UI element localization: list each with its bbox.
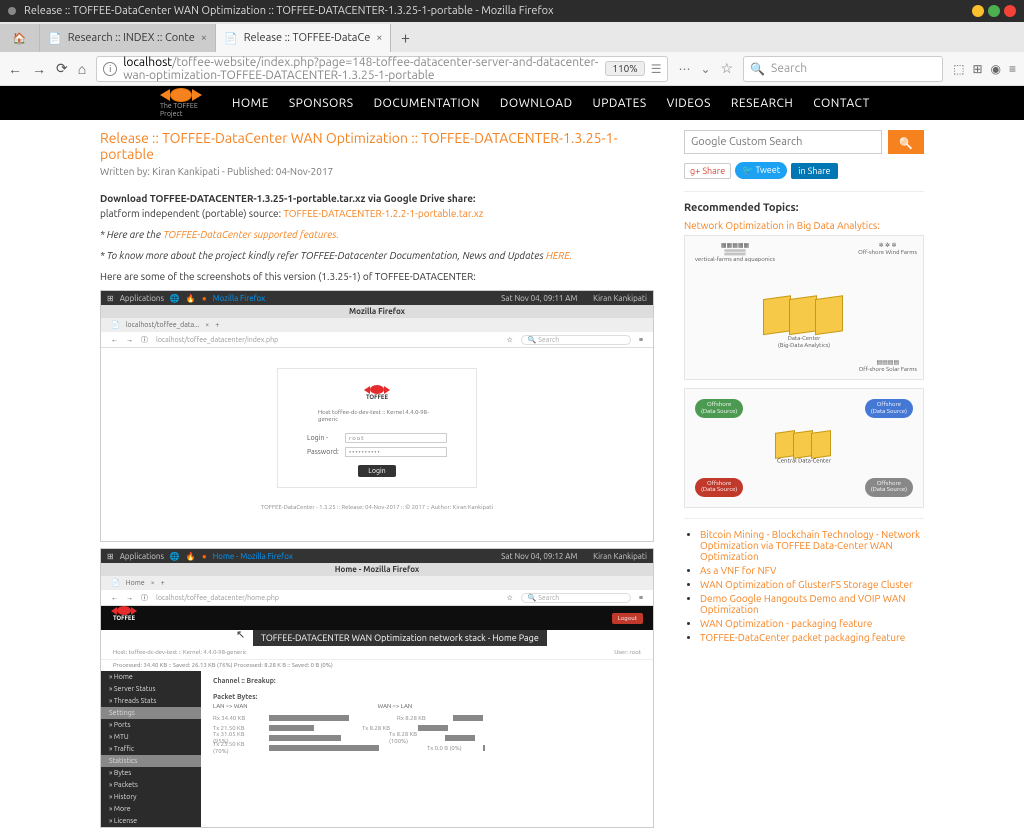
search-placeholder: Search — [771, 62, 807, 75]
tab-close-icon[interactable]: × — [376, 32, 382, 44]
tab-label: Release :: TOFFEE-DataCe — [244, 32, 371, 44]
reader-mode-icon[interactable]: ☰ — [651, 62, 662, 76]
overflow-menu-icon[interactable]: ⋯ — [678, 62, 690, 76]
docs-link[interactable]: HERE. — [546, 250, 572, 261]
extension-icons: ⬚ ⊞ ◉ ≡ — [953, 62, 1016, 76]
cursor-icon: ↖ — [236, 629, 245, 641]
nav-home[interactable]: HOME — [232, 97, 269, 110]
nav-research[interactable]: RESEARCH — [731, 97, 793, 110]
page-title: Release :: TOFFEE-DataCenter WAN Optimiz… — [100, 130, 654, 162]
related-link[interactable]: Bitcoin Mining - Blockchain Technology -… — [700, 529, 920, 562]
maximize-icon[interactable] — [988, 5, 1000, 17]
window-title: Release :: TOFFEE-DataCenter WAN Optimiz… — [24, 5, 554, 17]
topic-link[interactable]: Network Optimization in Big Data Analyti… — [684, 220, 924, 231]
desktop-titlebar: Release :: TOFFEE-DataCenter WAN Optimiz… — [0, 0, 1024, 22]
hamburger-menu-icon[interactable]: ≡ — [1009, 62, 1016, 76]
screenshot-home: ⊞Applications 🌐🔥●Home - Mozilla Firefox … — [100, 548, 654, 828]
nav-sponsors[interactable]: SPONSORS — [289, 97, 354, 110]
nav-contact[interactable]: CONTACT — [813, 97, 870, 110]
new-tab-button[interactable]: + — [391, 24, 419, 52]
navigation-toolbar: ← → ⟳ ⌂ i localhost/toffee-website/index… — [0, 52, 1024, 86]
gplus-share-button[interactable]: g+ Share — [684, 163, 731, 179]
ext-icon[interactable]: ◉ — [991, 62, 1001, 76]
site-info-icon[interactable]: i — [103, 62, 117, 76]
share-buttons: g+ Share 🐦 Tweet in Share — [684, 162, 924, 179]
zoom-badge[interactable]: 110% — [605, 61, 644, 76]
browser-search-input[interactable]: 🔍 Search — [743, 56, 943, 82]
related-link[interactable]: As a VNF for NFV — [700, 565, 776, 576]
home-icon: 🏠 — [13, 32, 27, 45]
sidebar: g+ Share 🐦 Tweet in Share Recommended To… — [684, 130, 924, 828]
features-link[interactable]: TOFFEE-DataCenter supported features. — [163, 229, 339, 240]
related-link[interactable]: Demo Google Hangouts Demo and VOIP WAN O… — [700, 593, 906, 615]
site-logo[interactable]: The TOFFEE Project — [160, 88, 202, 118]
screenshots-intro: Here are some of the screenshots of this… — [100, 269, 654, 284]
bookmark-star-icon[interactable]: ☆ — [721, 60, 734, 77]
minimize-icon[interactable] — [972, 5, 984, 17]
back-button[interactable]: ← — [8, 61, 22, 77]
custom-search-input[interactable] — [684, 130, 882, 154]
search-icon: 🔍 — [750, 62, 765, 76]
pocket-icon[interactable]: ⌄ — [700, 62, 710, 76]
site-header: The TOFFEE Project HOME SPONSORS DOCUMEN… — [0, 86, 1024, 120]
ext-icon[interactable]: ⊞ — [972, 62, 982, 76]
tab-close-icon[interactable]: × — [201, 32, 207, 44]
tab-label: Research :: INDEX :: Conte — [68, 32, 195, 44]
reload-button[interactable]: ⟳ — [56, 60, 68, 77]
docs-line: * To know more about the project kindly … — [100, 248, 654, 263]
url-text: localhost/toffee-website/index.php?page=… — [123, 56, 599, 82]
ext-icon[interactable]: ⬚ — [953, 62, 964, 76]
logo-text: The TOFFEE Project — [160, 102, 202, 118]
tweet-button[interactable]: 🐦 Tweet — [735, 162, 787, 179]
favicon-icon: 📄 — [48, 32, 62, 45]
recommended-heading: Recommended Topics: — [684, 202, 924, 214]
related-link[interactable]: WAN Optimization - packaging feature — [700, 618, 872, 629]
diagram-big-data: ▦▦▦▦▦▒▒▒▒▒vertical-farms and aquaponics … — [684, 235, 924, 380]
pinned-tab-home[interactable]: 🏠 — [0, 24, 40, 52]
byline: Written by: Kiran Kankipati - Published:… — [100, 166, 654, 177]
article: Release :: TOFFEE-DataCenter WAN Optimiz… — [100, 130, 664, 828]
custom-search-button[interactable] — [888, 130, 924, 154]
tooltip: TOFFEE-DATACENTER WAN Optimization netwo… — [253, 630, 547, 646]
forward-button[interactable]: → — [32, 61, 46, 77]
url-input[interactable]: i localhost/toffee-website/index.php?pag… — [96, 56, 668, 82]
related-link[interactable]: WAN Optimization of GlusterFS Storage Cl… — [700, 579, 913, 590]
page-content: Release :: TOFFEE-DataCenter WAN Optimiz… — [0, 120, 1024, 838]
home-button[interactable]: ⌂ — [78, 61, 86, 77]
search-icon — [899, 135, 913, 150]
custom-search — [684, 130, 924, 154]
favicon-icon: 📄 — [224, 32, 238, 45]
tab-research[interactable]: 📄 Research :: INDEX :: Conte × — [40, 24, 216, 52]
nav-download[interactable]: DOWNLOAD — [500, 97, 573, 110]
related-link[interactable]: TOFFEE-DataCenter packet packaging featu… — [700, 632, 905, 643]
related-list: Bitcoin Mining - Blockchain Technology -… — [684, 529, 924, 643]
download-line: Download TOFFEE-DATACENTER-1.3.25-1-port… — [100, 191, 654, 221]
window-controls — [972, 5, 1016, 17]
download-link[interactable]: TOFFEE-DATACENTER-1.2.2-1-portable.tar.x… — [283, 208, 483, 219]
tab-strip: 🏠 📄 Research :: INDEX :: Conte × 📄 Relea… — [0, 22, 1024, 52]
nav-videos[interactable]: VIDEOS — [667, 97, 711, 110]
app-indicator-icon — [8, 7, 16, 15]
close-icon[interactable] — [1004, 5, 1016, 17]
nav-updates[interactable]: UPDATES — [593, 97, 647, 110]
diagram-offshore: Offshore (Data Source) Offshore (Data So… — [684, 388, 924, 508]
linkedin-share-button[interactable]: in Share — [791, 163, 837, 179]
features-line: * Here are the TOFFEE-DataCenter support… — [100, 227, 654, 242]
nav-documentation[interactable]: DOCUMENTATION — [374, 97, 480, 110]
tab-release[interactable]: 📄 Release :: TOFFEE-DataCe × — [216, 24, 391, 52]
screenshot-login: ⊞Applications 🌐🔥●Mozilla Firefox Sat Nov… — [100, 290, 654, 542]
